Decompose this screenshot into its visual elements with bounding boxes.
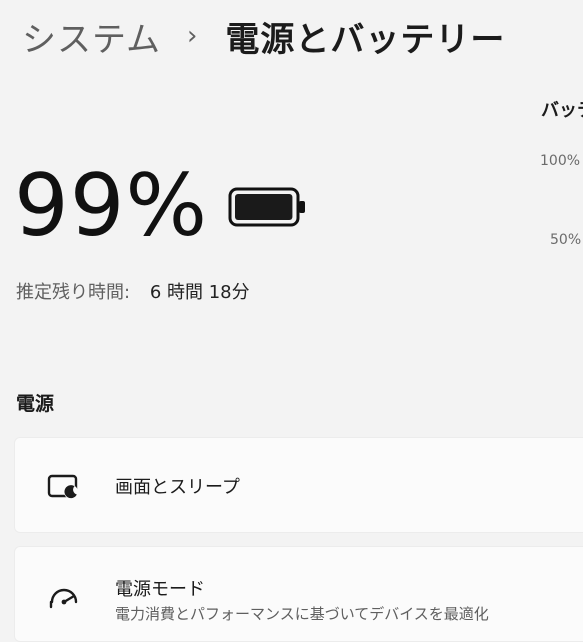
battery-status: 99% bbox=[14, 158, 308, 254]
time-remaining-value: 6 時間 18分 bbox=[149, 282, 250, 303]
power-mode-card[interactable]: 電源モード 電力消費とパフォーマンスに基づいてデバイスを最適化 bbox=[14, 546, 583, 642]
power-mode-label: 電源モード bbox=[115, 579, 205, 600]
breadcrumb-separator: › bbox=[186, 21, 198, 51]
breadcrumb: システム › 電源とバッテリー bbox=[22, 10, 505, 62]
estimated-time-remaining: 推定残り時間: 6 時間 18分 bbox=[16, 278, 250, 304]
power-section-title: 電源 bbox=[16, 393, 55, 415]
power-mode-gauge-icon bbox=[47, 585, 81, 615]
time-remaining-label: 推定残り時間: bbox=[16, 282, 131, 303]
screen-and-sleep-label: 画面とスリープ bbox=[115, 477, 240, 498]
battery-percentage: 99% bbox=[14, 156, 209, 256]
battery-chart-title: バッテ bbox=[541, 100, 583, 121]
breadcrumb-system-link[interactable]: システム bbox=[22, 12, 161, 61]
chart-tick-100: 100% bbox=[540, 153, 581, 169]
screen-and-sleep-card[interactable]: 画面とスリープ bbox=[14, 437, 583, 533]
page-title: 電源とバッテリー bbox=[225, 19, 506, 60]
chart-tick-50: 50% bbox=[550, 232, 582, 248]
battery-full-icon bbox=[228, 186, 308, 232]
screen-sleep-icon bbox=[47, 474, 81, 504]
power-mode-description: 電力消費とパフォーマンスに基づいてデバイスを最適化 bbox=[115, 605, 489, 623]
